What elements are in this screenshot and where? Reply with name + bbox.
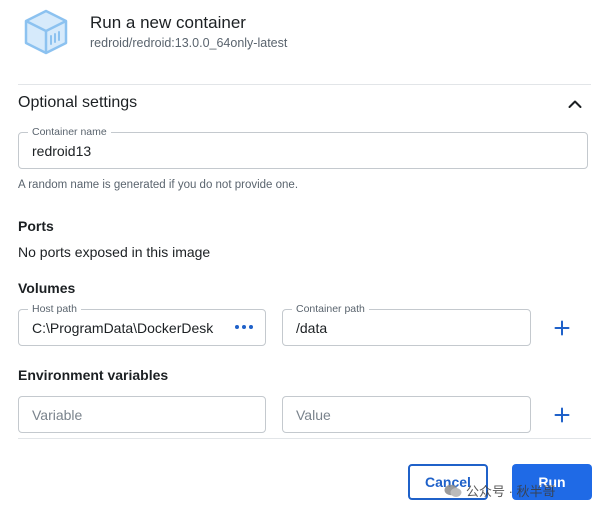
host-path-field[interactable]: Host path xyxy=(18,302,266,346)
dialog-header: Run a new container redroid/redroid:13.0… xyxy=(0,0,601,84)
header-divider xyxy=(18,84,591,85)
host-path-input[interactable] xyxy=(32,310,222,345)
add-env-icon[interactable] xyxy=(554,407,570,423)
footer-divider xyxy=(18,438,591,439)
chat-bubble-icon xyxy=(444,484,462,497)
optional-settings-header[interactable]: Optional settings xyxy=(18,94,591,116)
dialog-title: Run a new container xyxy=(90,13,246,32)
ports-heading: Ports xyxy=(18,218,54,234)
ports-empty-text: No ports exposed in this image xyxy=(18,244,211,260)
env-heading: Environment variables xyxy=(18,367,169,383)
container-path-input[interactable] xyxy=(296,310,517,345)
container-name-helper: A random name is generated if you do not… xyxy=(18,179,299,191)
volumes-heading: Volumes xyxy=(18,280,76,296)
browse-more-icon[interactable] xyxy=(233,318,255,336)
container-cube-icon xyxy=(24,9,68,55)
watermark-text: 公众号 · 秋半哥 xyxy=(466,484,556,499)
env-value-input[interactable] xyxy=(296,397,517,432)
add-volume-icon[interactable] xyxy=(554,320,570,336)
container-path-field[interactable]: Container path xyxy=(282,302,531,346)
env-value-field[interactable] xyxy=(282,396,531,433)
watermark: 公众号 · 秋半哥 xyxy=(444,481,556,500)
env-variable-input[interactable] xyxy=(32,397,252,432)
optional-settings-title: Optional settings xyxy=(18,94,138,111)
env-variable-field[interactable] xyxy=(18,396,266,433)
container-name-field[interactable]: Container name xyxy=(18,125,588,169)
container-name-input[interactable] xyxy=(32,133,574,168)
chevron-up-icon[interactable] xyxy=(567,96,583,112)
image-name: redroid/redroid:13.0.0_64only-latest xyxy=(90,36,288,50)
